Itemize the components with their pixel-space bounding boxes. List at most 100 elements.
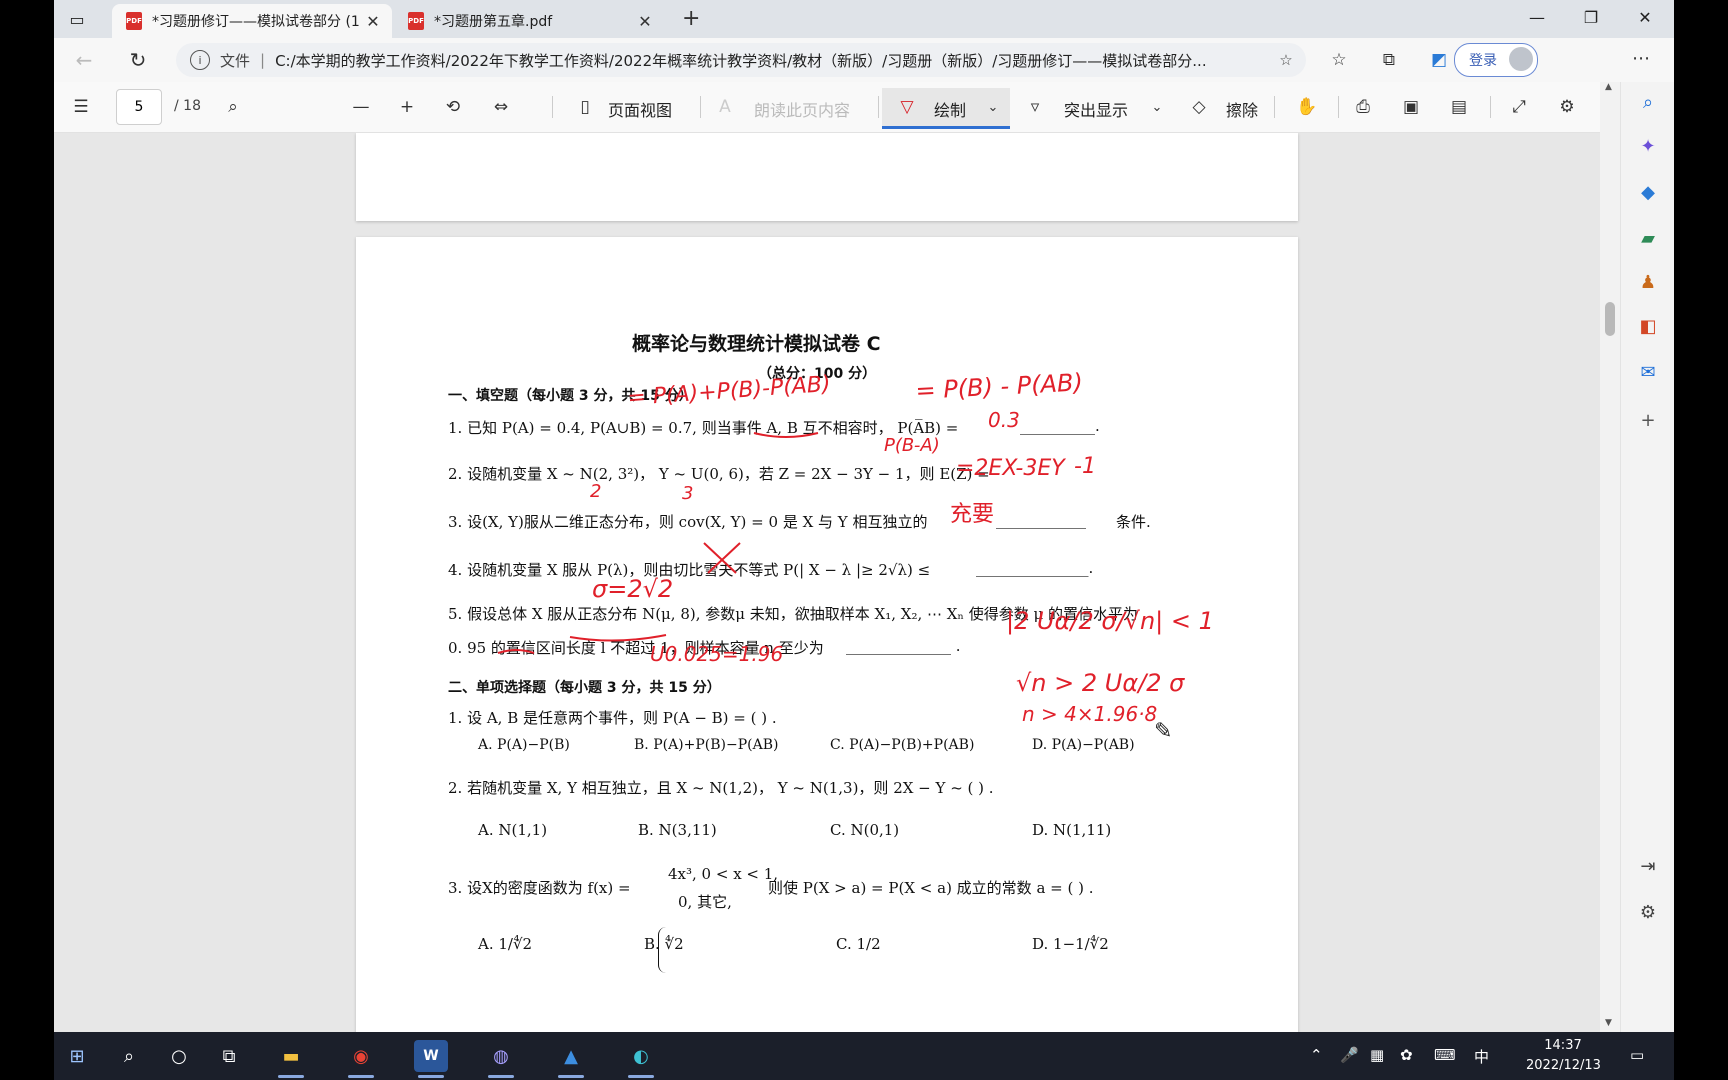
page-total: / 18 [174, 98, 201, 114]
divider [700, 96, 701, 118]
cortana-icon[interactable]: ○ [162, 1040, 196, 1072]
read-aloud-icon: A [719, 97, 731, 117]
clock-time: 14:37 [1544, 1038, 1582, 1053]
ink-note: U0.025=1.96 [650, 642, 783, 666]
word-icon[interactable]: W [414, 1040, 448, 1078]
chevron-down-icon[interactable]: ⌄ [1144, 94, 1170, 120]
ink-strike [497, 649, 535, 654]
zoom-out-icon[interactable]: — [348, 94, 374, 120]
zoom-in-icon[interactable]: + [394, 94, 420, 120]
read-aloud-button: 朗读此页内容 [754, 101, 851, 120]
scroll-up-arrow[interactable]: ▲ [1605, 82, 1612, 92]
ink-note: =2EX-3EY [956, 456, 1066, 481]
url-scheme: 文件 [220, 51, 251, 70]
notifications-icon[interactable]: ▭ [1630, 1046, 1644, 1064]
add-favorite-icon[interactable]: ☆ [1272, 51, 1300, 69]
hide-sidebar-icon[interactable]: ⇥ [1636, 854, 1660, 878]
more-menu-icon[interactable]: ⋯ [1632, 48, 1650, 69]
avatar [1509, 47, 1533, 71]
taskbar-clock[interactable]: 14:37 2022/12/13 [1526, 1036, 1601, 1076]
tools-icon[interactable]: ▰ [1636, 226, 1660, 250]
url-field[interactable]: i 文件 | C:/本学期的教学工作资料/2022年下教学工作资料/2022年概… [176, 43, 1306, 77]
shopping-icon[interactable]: ◆ [1636, 180, 1660, 204]
search-icon[interactable]: ⌕ [220, 94, 246, 120]
restore-button[interactable]: ❐ [1576, 8, 1606, 27]
refresh-button[interactable]: ↻ [124, 46, 152, 74]
favorites-icon[interactable]: ☆ [1326, 48, 1352, 72]
draw-label[interactable]: 绘制 [934, 97, 966, 121]
ink-note: n > 4×1.96·8 [1022, 702, 1157, 726]
document-viewer[interactable]: 概率论与数理统计模拟试卷 C （总分：100 分） 一、填空题（每小题 3 分，… [54, 133, 1600, 1032]
search-icon[interactable]: ⌕ [112, 1040, 146, 1072]
address-bar: ← ↻ i 文件 | C:/本学期的教学工作资料/2022年下教学工作资料/20… [54, 38, 1674, 82]
erase-button[interactable]: 擦除 [1226, 97, 1258, 121]
ink-strike [569, 634, 667, 642]
network-icon[interactable]: ▦ [1370, 1046, 1384, 1064]
page-view-button[interactable]: 页面视图 [608, 97, 672, 121]
copilot-icon[interactable]: ✦ [1636, 134, 1660, 158]
collections-icon[interactable]: ⧉ [1376, 48, 1402, 72]
ink-note: P(B-A) [884, 435, 940, 456]
ink-note: -1 [1074, 454, 1096, 479]
close-tab-icon[interactable]: ✕ [634, 12, 656, 31]
eraser-icon[interactable]: ◇ [1186, 94, 1212, 120]
back-button[interactable]: ← [70, 46, 98, 74]
windows-start-icon[interactable]: ⊞ [60, 1040, 94, 1072]
login-button[interactable]: 登录 [1454, 43, 1538, 77]
office-icon[interactable]: ◧ [1636, 314, 1660, 338]
pen-cursor-icon: ✎ [1154, 719, 1173, 744]
fullscreen-icon[interactable]: ⤢ [1506, 94, 1532, 120]
ime-indicator[interactable]: 中 [1474, 1046, 1489, 1067]
tab-bar: ▭ PDF *习题册修订——模拟试卷部分 (1 ✕ PDF *习题册第五章.pd… [54, 0, 1674, 38]
document-scrollbar[interactable]: ▲ ▼ [1600, 82, 1620, 1032]
new-tab-button[interactable]: + [682, 8, 700, 30]
meeting-app-icon[interactable]: ▲ [554, 1040, 588, 1078]
edge-icon[interactable]: ◐ [624, 1040, 658, 1078]
info-icon[interactable]: i [190, 50, 210, 70]
chevron-down-icon[interactable]: ⌄ [980, 94, 1006, 120]
outlook-icon[interactable]: ✉ [1636, 360, 1660, 384]
app-icon[interactable]: ◍ [484, 1040, 518, 1078]
tab-active[interactable]: PDF *习题册修订——模拟试卷部分 (1 ✕ [112, 4, 392, 38]
page-view-icon[interactable]: ▯ [572, 94, 598, 120]
url-text: C:/本学期的教学工作资料/2022年下教学工作资料/2022年概率统计教学资料… [275, 51, 1207, 70]
save-icon[interactable]: ▣ [1398, 94, 1424, 120]
touch-select-icon[interactable]: ✋ [1294, 94, 1320, 120]
ink-note: = P(A)+P(B)-P(AB) [627, 372, 832, 411]
microphone-icon[interactable]: 🎤 [1340, 1046, 1359, 1064]
scroll-down-arrow[interactable]: ▼ [1605, 1018, 1612, 1028]
ink-note: |2 Uα/2 σ/√n| < 1 [1006, 607, 1214, 635]
chevron-up-icon[interactable]: ⌃ [1310, 1046, 1323, 1064]
highlight-button[interactable]: 突出显示 [1064, 97, 1128, 121]
page-number-input[interactable]: 5 [116, 89, 162, 125]
edge-feature-icon[interactable]: ◩ [1426, 48, 1452, 72]
ink-note: 2 [590, 481, 601, 502]
contents-icon[interactable]: ☰ [68, 94, 94, 120]
fit-page-icon[interactable]: ⇔ [488, 94, 514, 120]
tab-actions-icon[interactable]: ▭ [64, 6, 90, 32]
add-icon[interactable]: + [1636, 408, 1660, 432]
ink-note: 3 [682, 483, 693, 504]
taskbar: ⊞ ⌕ ○ ⧉ ▬ ◉ W ◍ ▲ ◐ ⌃ 🎤 ▦ ✿ ⌨ 中 14:37 20… [54, 1032, 1674, 1080]
tab-inactive[interactable]: PDF *习题册第五章.pdf ✕ [394, 4, 664, 38]
minimize-button[interactable]: — [1522, 8, 1552, 27]
highlight-icon[interactable]: ▿ [1022, 94, 1048, 120]
draw-icon[interactable]: ▽ [894, 94, 920, 120]
app-tray-icon[interactable]: ✿ [1400, 1046, 1413, 1064]
settings-icon[interactable]: ⚙ [1554, 94, 1580, 120]
close-tab-icon[interactable]: ✕ [362, 12, 384, 31]
chrome-icon[interactable]: ◉ [344, 1040, 378, 1078]
games-icon[interactable]: ♟ [1636, 270, 1660, 294]
pdf-file-icon: PDF [408, 12, 424, 30]
task-view-icon[interactable]: ⧉ [212, 1040, 246, 1072]
save-as-icon[interactable]: ▤ [1446, 94, 1472, 120]
file-explorer-icon[interactable]: ▬ [274, 1040, 308, 1078]
rotate-icon[interactable]: ⟲ [440, 94, 466, 120]
scroll-thumb[interactable] [1605, 302, 1615, 336]
close-window-button[interactable]: ✕ [1630, 8, 1660, 27]
search-icon[interactable]: ⌕ [1636, 90, 1660, 114]
print-icon[interactable]: ⎙ [1350, 94, 1376, 120]
keyboard-icon[interactable]: ⌨ [1434, 1046, 1456, 1064]
pdf-file-icon: PDF [126, 12, 142, 30]
settings-icon[interactable]: ⚙ [1636, 900, 1660, 924]
